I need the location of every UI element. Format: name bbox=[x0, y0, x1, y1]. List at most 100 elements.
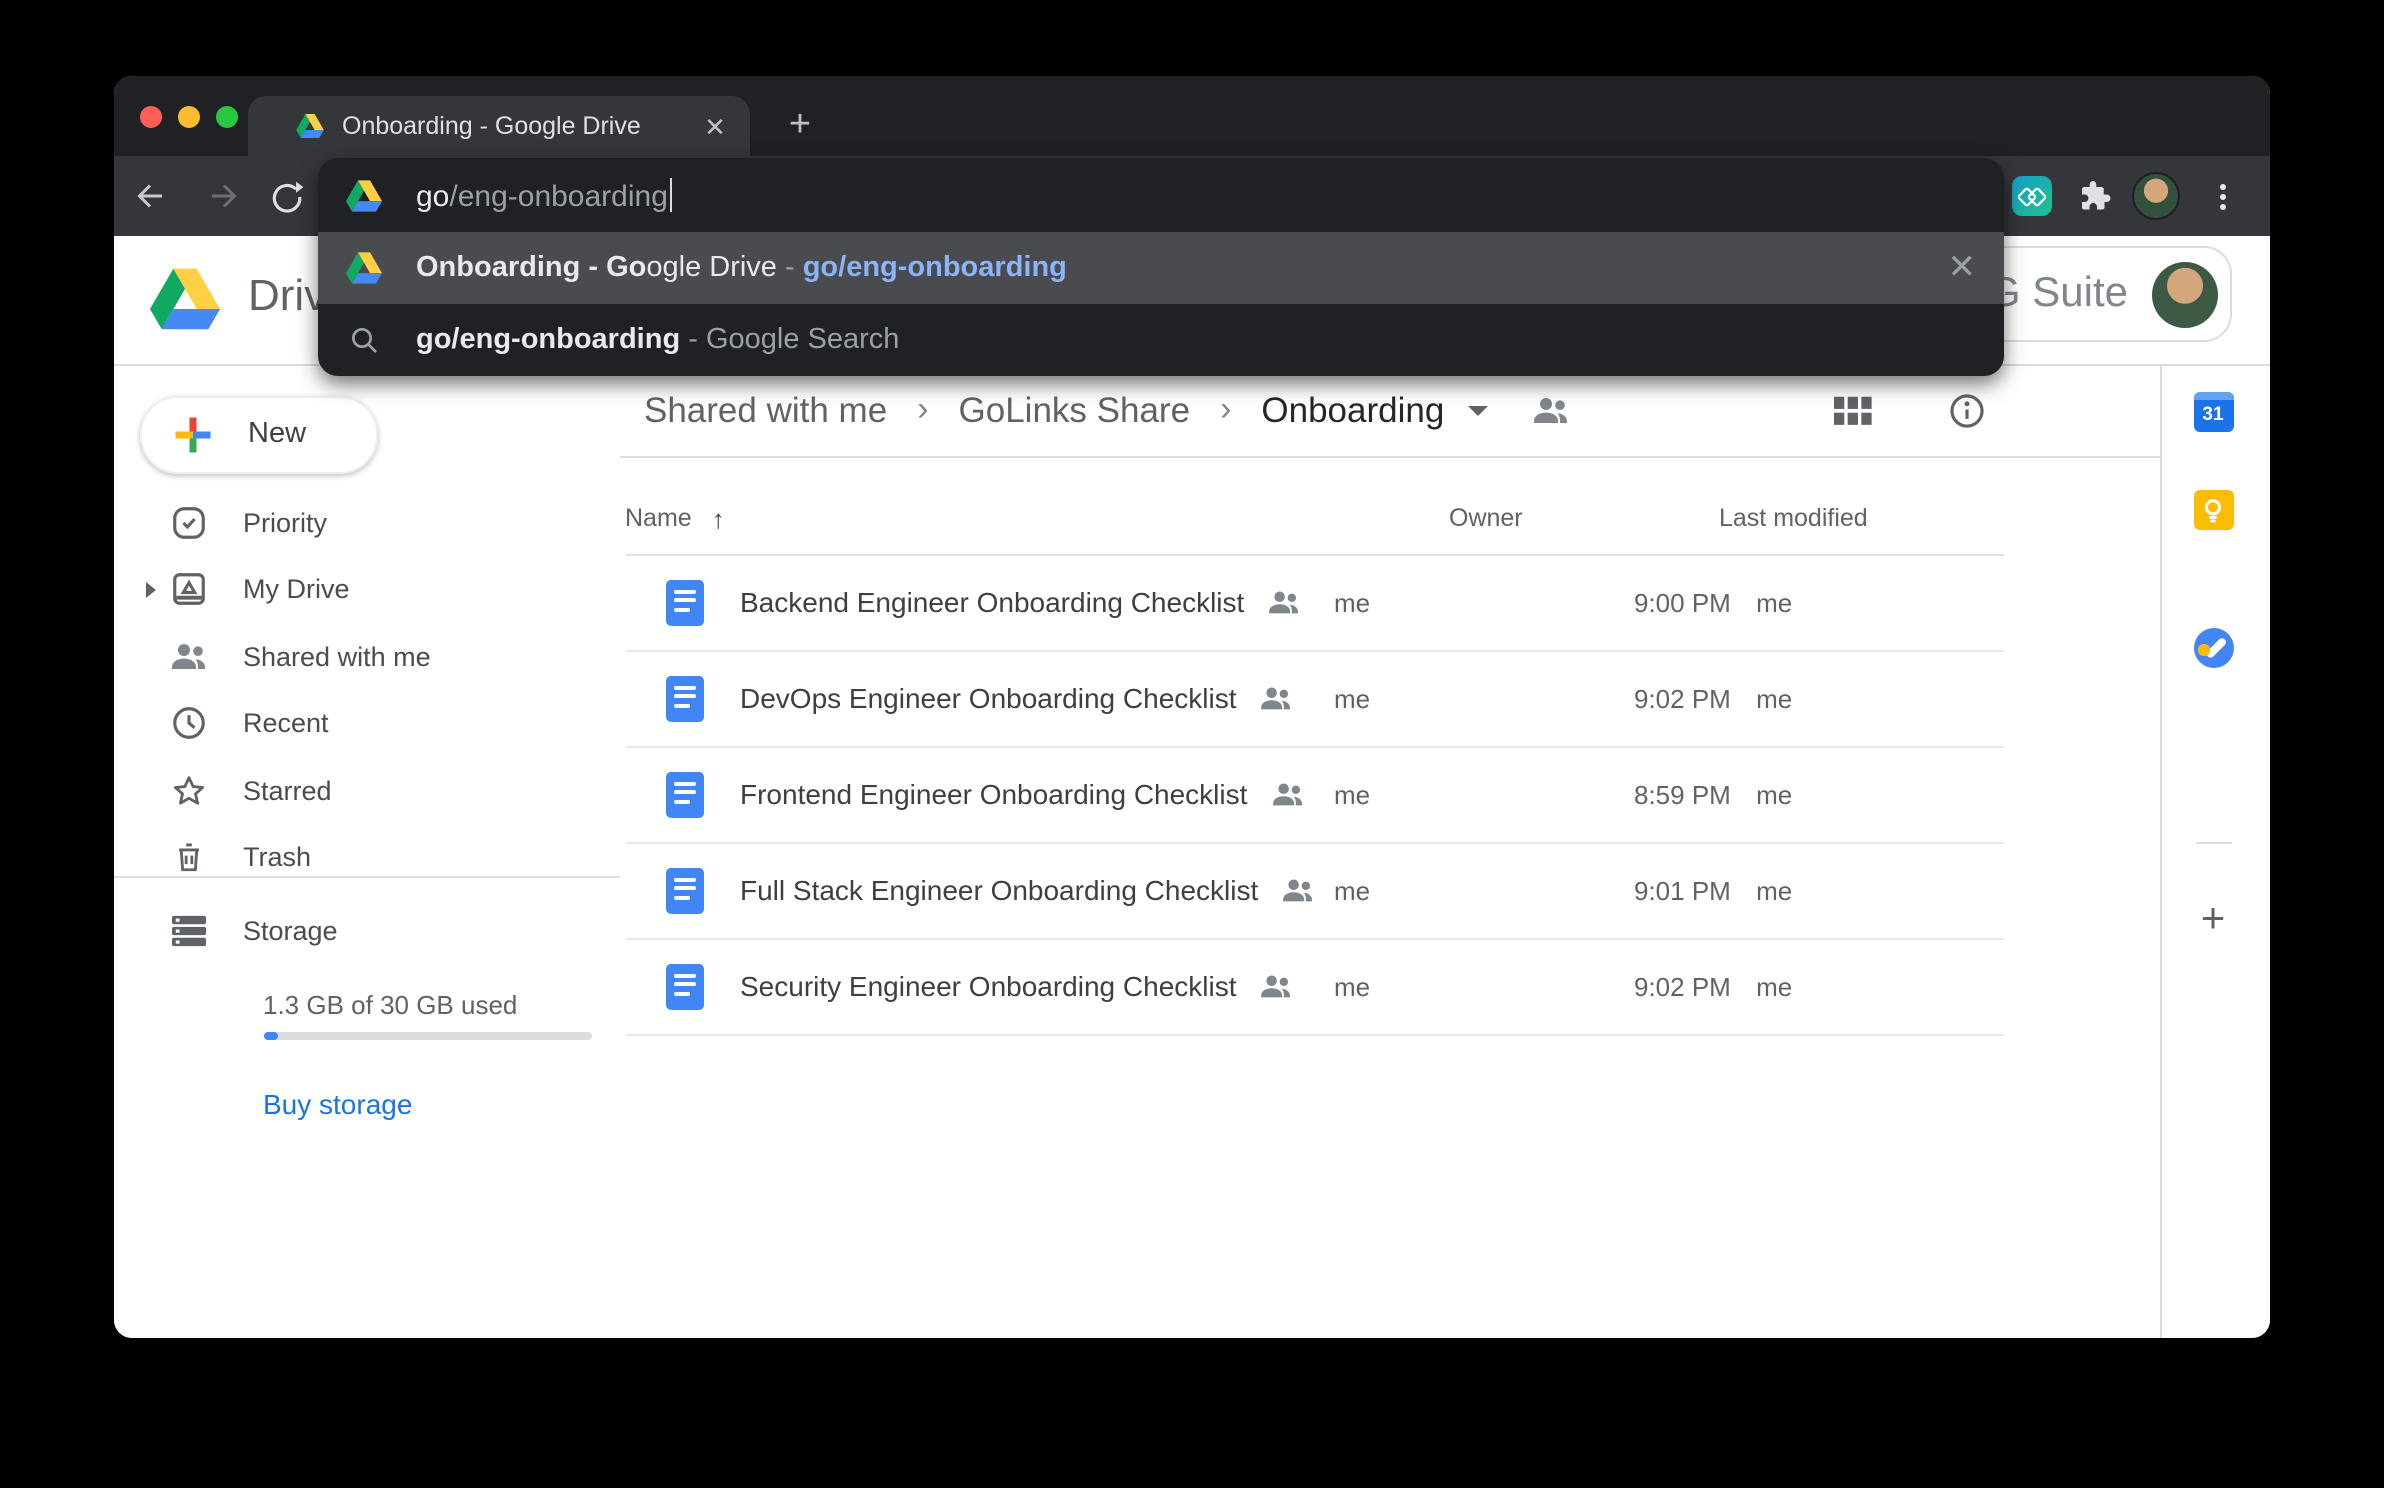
trash-icon bbox=[170, 839, 208, 877]
minimize-window-button[interactable] bbox=[178, 106, 200, 128]
sidebar-item-label: Recent bbox=[243, 709, 329, 739]
side-panel-section-divider bbox=[2196, 842, 2232, 844]
gsuite-label: G Suite bbox=[1988, 270, 2128, 318]
forward-icon bbox=[205, 178, 241, 214]
file-owner: me bbox=[1334, 683, 1604, 713]
omnibox-typed-text: go bbox=[416, 179, 449, 213]
chrome-menu-button[interactable] bbox=[2196, 170, 2248, 222]
file-modified-time: 9:01 PM bbox=[1634, 875, 1731, 905]
breadcrumb-separator-icon: › bbox=[917, 390, 928, 430]
browser-tab[interactable]: Onboarding - Google Drive ✕ bbox=[248, 96, 750, 156]
file-row[interactable]: DevOps Engineer Onboarding Checklist me … bbox=[625, 650, 2003, 748]
back-icon bbox=[132, 178, 168, 214]
sidebar-item-label: Starred bbox=[243, 776, 332, 806]
drive-favicon bbox=[346, 250, 382, 286]
drive-favicon bbox=[296, 114, 324, 138]
close-window-button[interactable] bbox=[140, 106, 162, 128]
file-name: Frontend Engineer Onboarding Checklist bbox=[740, 778, 1247, 810]
file-row[interactable]: Security Engineer Onboarding Checklist m… bbox=[625, 938, 2003, 1036]
tab-strip: Onboarding - Google Drive ✕ + bbox=[114, 76, 2270, 156]
add-addon-button[interactable]: + bbox=[2193, 900, 2233, 940]
back-button[interactable] bbox=[124, 170, 176, 222]
file-modified-time: 9:00 PM bbox=[1634, 587, 1731, 617]
suggestion-dash: - bbox=[680, 324, 706, 356]
reload-icon bbox=[269, 179, 303, 213]
remove-suggestion-icon[interactable]: ✕ bbox=[1948, 248, 1977, 288]
file-modified-time: 8:59 PM bbox=[1634, 779, 1731, 809]
folder-menu-caret-icon[interactable] bbox=[1468, 405, 1488, 415]
grid-view-button[interactable] bbox=[1832, 392, 1872, 428]
omnibox-input[interactable]: go/eng-onboarding bbox=[318, 158, 2004, 232]
new-button-label: New bbox=[248, 418, 306, 450]
tab-close-icon[interactable]: ✕ bbox=[698, 109, 732, 143]
breadcrumb: Shared with me › GoLinks Share › Onboard… bbox=[620, 364, 2159, 456]
folder-shared-icon bbox=[1532, 394, 1570, 426]
grid-view-icon bbox=[1833, 395, 1871, 425]
file-owner: me bbox=[1334, 587, 1604, 617]
breadcrumb-separator-icon: › bbox=[1220, 390, 1231, 430]
drive-logo bbox=[150, 268, 220, 330]
breadcrumb-onboarding[interactable]: Onboarding bbox=[1261, 389, 1444, 431]
file-modified-by: me bbox=[1756, 875, 1792, 905]
account-avatar[interactable] bbox=[2152, 261, 2218, 327]
sidebar-item-label: My Drive bbox=[243, 575, 350, 605]
file-modified-time: 9:02 PM bbox=[1634, 971, 1731, 1001]
column-header-owner[interactable]: Owner bbox=[1449, 504, 1719, 532]
new-tab-button[interactable]: + bbox=[774, 100, 826, 152]
sort-ascending-icon[interactable]: ↑ bbox=[712, 503, 725, 533]
breadcrumb-shared-with-me[interactable]: Shared with me bbox=[644, 389, 887, 431]
browser-window: Onboarding - Google Drive ✕ + bbox=[114, 76, 2270, 1338]
file-row[interactable]: Backend Engineer Onboarding Checklist me… bbox=[625, 554, 2003, 652]
calendar-icon[interactable]: 31 bbox=[2193, 392, 2233, 432]
browser-profile-button[interactable] bbox=[2129, 170, 2181, 222]
profile-avatar bbox=[2131, 172, 2179, 220]
buy-storage-link[interactable]: Buy storage bbox=[263, 1088, 412, 1120]
starred-icon bbox=[170, 772, 208, 810]
expand-caret-icon[interactable] bbox=[145, 582, 155, 598]
file-name: Full Stack Engineer Onboarding Checklist bbox=[740, 874, 1258, 906]
file-modified-time: 9:02 PM bbox=[1634, 683, 1731, 713]
google-plus-icon bbox=[172, 413, 214, 455]
extensions-button[interactable] bbox=[2067, 170, 2119, 222]
keep-icon[interactable] bbox=[2193, 490, 2233, 530]
storage-icon bbox=[170, 913, 208, 951]
breadcrumb-golinks-share[interactable]: GoLinks Share bbox=[959, 389, 1191, 431]
file-row[interactable]: Frontend Engineer Onboarding Checklist m… bbox=[625, 746, 2003, 844]
priority-icon bbox=[170, 504, 208, 542]
column-header-modified[interactable]: Last modified bbox=[1719, 504, 2003, 532]
file-shared-icon bbox=[1271, 780, 1303, 808]
file-table-header: Name ↑ Owner Last modified bbox=[625, 482, 2003, 556]
reload-button[interactable] bbox=[260, 170, 312, 222]
file-row[interactable]: Full Stack Engineer Onboarding Checklist… bbox=[625, 842, 2003, 940]
tasks-icon[interactable] bbox=[2193, 627, 2233, 667]
google-doc-icon bbox=[665, 675, 703, 721]
info-icon bbox=[1947, 391, 1985, 429]
info-button[interactable] bbox=[1946, 392, 1986, 428]
google-doc-icon bbox=[665, 963, 703, 1009]
omnibox-dropdown: go/eng-onboarding Onboarding - Google Dr… bbox=[318, 158, 2004, 376]
file-modified-by: me bbox=[1756, 779, 1792, 809]
google-doc-icon bbox=[665, 867, 703, 913]
search-icon bbox=[346, 322, 382, 358]
new-button[interactable]: New bbox=[140, 395, 378, 473]
zoom-window-button[interactable] bbox=[216, 106, 238, 128]
forward-button[interactable] bbox=[197, 170, 249, 222]
kebab-menu-icon bbox=[2219, 179, 2225, 213]
storage-progress-bar bbox=[263, 1032, 591, 1039]
column-header-name[interactable]: Name bbox=[625, 504, 692, 532]
sidebar-item-priority[interactable]: Priority bbox=[114, 489, 620, 556]
storage-usage-text: 1.3 GB of 30 GB used bbox=[263, 990, 517, 1020]
file-shared-icon bbox=[1282, 876, 1314, 904]
text-cursor bbox=[670, 177, 673, 211]
suggestion-drive[interactable]: Onboarding - Google Drive - go/eng-onboa… bbox=[318, 232, 2004, 304]
file-modified-by: me bbox=[1756, 587, 1792, 617]
sidebar-item-label: Storage bbox=[243, 917, 338, 947]
puzzle-icon bbox=[2075, 178, 2111, 214]
golinks-extension-button[interactable] bbox=[2005, 170, 2057, 222]
my-drive-icon bbox=[170, 571, 208, 609]
suggestion-google-search[interactable]: go/eng-onboarding - Google Search bbox=[318, 304, 2004, 376]
side-panel-divider bbox=[2159, 364, 2161, 1338]
drive-page: Drive G Suite New bbox=[114, 236, 2270, 1338]
suggestion-search-label: Google Search bbox=[706, 324, 899, 356]
breadcrumb-divider bbox=[620, 456, 2159, 458]
